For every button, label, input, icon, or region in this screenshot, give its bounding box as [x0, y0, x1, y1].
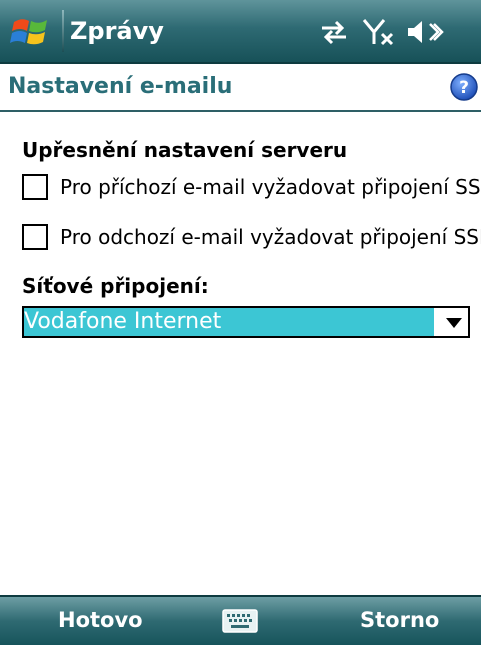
app-title[interactable]: Zprávy: [70, 14, 164, 48]
signal-off-icon[interactable]: [362, 16, 396, 48]
outgoing-ssl-label[interactable]: Pro odchozí e-mail vyžadovat připojení S…: [60, 222, 481, 252]
outgoing-ssl-row[interactable]: Pro odchozí e-mail vyžadovat připojení S…: [22, 222, 481, 256]
incoming-ssl-row[interactable]: Pro příchozí e-mail vyžadovat připojení …: [22, 172, 481, 206]
phone-screen: Zprávy Nastavení e-mailu ? Upřesnění nas…: [0, 0, 481, 645]
keyboard-icon[interactable]: [222, 609, 258, 633]
sync-arrows-icon[interactable]: [318, 18, 350, 46]
network-connection-value[interactable]: Vodafone Internet: [24, 308, 434, 336]
chevron-down-icon[interactable]: [444, 316, 464, 330]
title-bar: Zprávy: [0, 0, 481, 64]
section-heading: Upřesnění nastavení serveru: [22, 138, 348, 162]
svg-text:?: ?: [459, 78, 469, 98]
help-icon[interactable]: ?: [449, 72, 479, 102]
network-connection-label: Síťové připojení:: [22, 274, 209, 298]
incoming-ssl-label[interactable]: Pro příchozí e-mail vyžadovat připojení …: [60, 172, 481, 202]
page-header: Nastavení e-mailu ?: [0, 64, 481, 112]
softkey-bar: Hotovo Storno: [0, 595, 481, 645]
title-separator: [62, 10, 64, 52]
volume-muted-icon[interactable]: [404, 16, 444, 48]
cancel-softkey[interactable]: Storno: [360, 605, 439, 635]
windows-start-icon[interactable]: [8, 14, 54, 50]
incoming-ssl-checkbox[interactable]: [22, 174, 48, 200]
network-connection-select[interactable]: Vodafone Internet: [22, 306, 470, 338]
page-title: Nastavení e-mailu: [8, 74, 233, 99]
done-softkey[interactable]: Hotovo: [58, 605, 143, 635]
outgoing-ssl-checkbox[interactable]: [22, 224, 48, 250]
